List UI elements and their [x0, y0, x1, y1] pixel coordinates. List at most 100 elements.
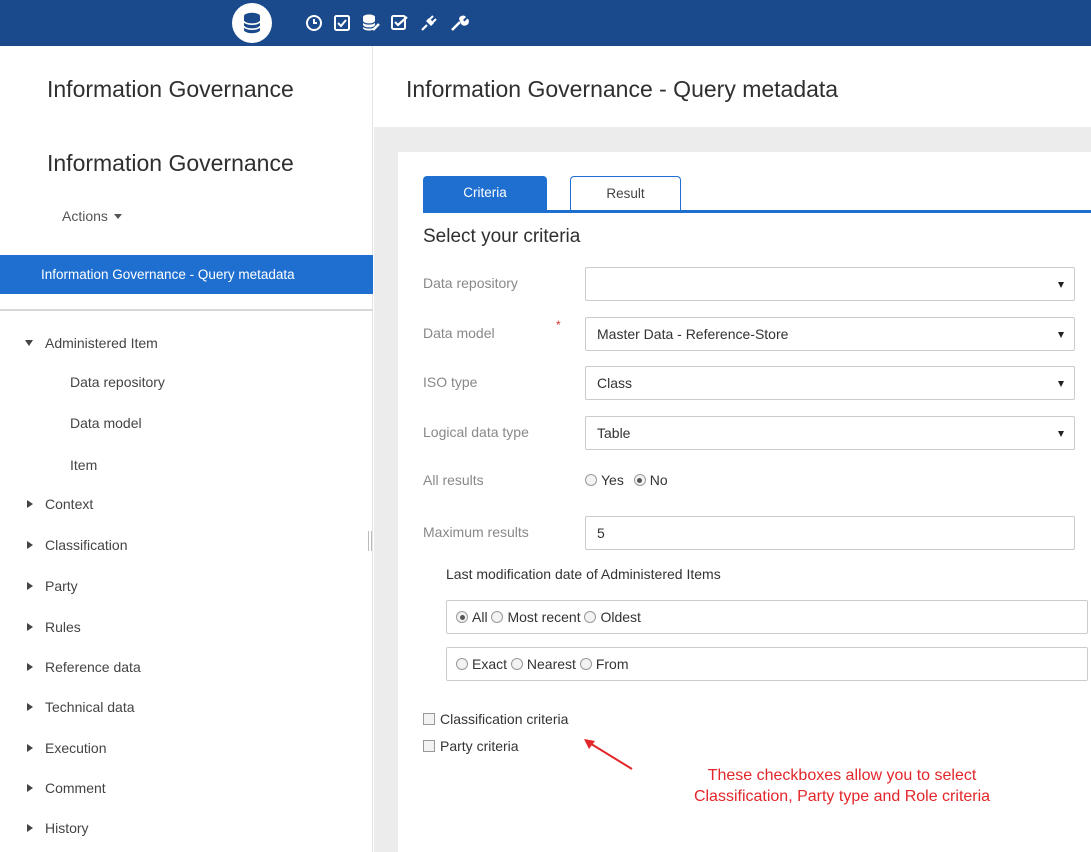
all-results-radio-group: Yes No: [585, 472, 674, 488]
tree-child-item[interactable]: Item: [70, 455, 97, 475]
radio-exact[interactable]: Exact: [456, 656, 507, 672]
expanded-arrow-icon: [25, 340, 33, 346]
radio-selected-icon: [633, 474, 646, 486]
annotation-line-1: These checkboxes allow you to select: [707, 767, 977, 784]
radio-label: All: [472, 609, 488, 625]
tree-item-label: Context: [45, 496, 94, 512]
radio-all[interactable]: All: [456, 609, 488, 625]
tree-item-label: Technical data: [45, 699, 135, 715]
sidebar-item-query-metadata[interactable]: Information Governance - Query metadata: [0, 255, 373, 294]
tree-item-label: Execution: [45, 740, 107, 756]
data-model-select[interactable]: Master Data - Reference-Store: [585, 317, 1075, 351]
data-model-value: Master Data - Reference-Store: [597, 326, 789, 342]
radio-most-recent[interactable]: Most recent: [491, 609, 581, 625]
tab-criteria[interactable]: Criteria: [423, 176, 547, 211]
left-sidebar: Information Governance Information Gover…: [0, 46, 373, 852]
radio-oldest[interactable]: Oldest: [584, 609, 641, 625]
tree-item-label: Administered Item: [45, 335, 158, 351]
tree-item-label: Rules: [45, 619, 81, 635]
sidebar-section-title: Information Governance: [47, 150, 294, 176]
tree-child-data-repository[interactable]: Data repository: [70, 372, 165, 392]
collapsed-arrow-icon: [27, 744, 33, 752]
radio-icon: [585, 474, 597, 486]
radio-icon: [584, 611, 597, 623]
annotation-arrow-icon: [584, 739, 633, 770]
tree-item-label: Classification: [45, 537, 128, 553]
checkbox-icon: [423, 713, 435, 725]
dropdown-arrow-icon: [1058, 431, 1064, 437]
tree-item-label: History: [45, 820, 89, 836]
iso-type-value: Class: [597, 375, 633, 391]
radio-selected-icon: [456, 611, 468, 623]
tree-item-label: Comment: [45, 780, 106, 796]
all-results-yes-radio[interactable]: Yes: [585, 472, 624, 488]
radio-nearest[interactable]: Nearest: [510, 656, 576, 672]
section-title: Select your criteria: [423, 226, 581, 247]
radio-label: Nearest: [526, 656, 576, 672]
dropdown-arrow-icon: [1058, 381, 1064, 387]
radio-from[interactable]: From: [579, 656, 629, 672]
logical-data-type-label: Logical data type: [423, 424, 529, 440]
collapsed-arrow-icon: [27, 582, 33, 590]
radio-label: Exact: [472, 656, 508, 672]
party-criteria-checkbox[interactable]: Party criteria: [423, 738, 519, 754]
dropdown-arrow-icon: [1058, 282, 1064, 288]
wrench-icon[interactable]: [446, 10, 472, 36]
plug-icon[interactable]: [416, 10, 442, 36]
radio-label: Most recent: [507, 609, 581, 625]
caret-down-icon: [113, 214, 122, 219]
radio-icon: [456, 658, 468, 670]
top-toolbar: [0, 0, 1091, 46]
data-repository-label: Data repository: [423, 275, 518, 291]
logical-data-type-value: Table: [597, 425, 631, 441]
last-modification-group-1: All Most recent Oldest: [446, 600, 1088, 634]
page-title: Information Governance - Query metadata: [406, 76, 839, 102]
tree-item-label: Reference data: [45, 659, 141, 675]
radio-label: From: [595, 656, 629, 672]
task-check-icon[interactable]: [387, 10, 413, 36]
iso-type-select[interactable]: Class: [585, 366, 1075, 400]
classification-criteria-checkbox[interactable]: Classification criteria: [423, 711, 568, 727]
checked-box-icon[interactable]: [329, 10, 355, 36]
radio-icon: [510, 658, 523, 670]
required-mark: *: [556, 318, 561, 332]
collapsed-arrow-icon: [27, 541, 33, 549]
iso-type-label: ISO type: [423, 374, 478, 390]
checkbox-label: Classification criteria: [440, 711, 569, 727]
annotation-text: These checkboxes allow you to select Cla…: [632, 765, 1052, 807]
radio-icon: [579, 658, 592, 670]
sidebar-divider: [0, 309, 373, 311]
sidebar-app-title: Information Governance: [47, 76, 294, 102]
last-modification-label: Last modification date of Administered I…: [446, 566, 721, 582]
actions-menu-button[interactable]: Actions: [62, 208, 122, 224]
tab-underline: [423, 210, 1091, 213]
database-icon[interactable]: [232, 3, 272, 43]
radio-label: Oldest: [600, 609, 641, 625]
all-results-no-radio[interactable]: No: [633, 472, 668, 488]
checkbox-label: Party criteria: [440, 738, 519, 754]
actions-label: Actions: [62, 208, 108, 224]
maximum-results-input[interactable]: 5: [585, 516, 1075, 550]
logical-data-type-select[interactable]: Table: [585, 416, 1075, 450]
data-repository-select[interactable]: [585, 267, 1075, 301]
tab-result[interactable]: Result: [570, 176, 681, 211]
tree-item-label: Party: [45, 578, 78, 594]
database-edit-icon[interactable]: [358, 10, 384, 36]
collapsed-arrow-icon: [27, 623, 33, 631]
tree-child-data-model[interactable]: Data model: [70, 413, 142, 433]
radio-label: Yes: [601, 472, 624, 488]
last-modification-group-2: Exact Nearest From: [446, 647, 1088, 681]
collapsed-arrow-icon: [27, 500, 33, 508]
collapsed-arrow-icon: [27, 784, 33, 792]
annotation-line-2: Classification, Party type and Role crit…: [693, 788, 991, 805]
maximum-results-label: Maximum results: [423, 524, 529, 540]
dropdown-arrow-icon: [1058, 332, 1064, 338]
clock-icon[interactable]: [301, 10, 327, 36]
collapsed-arrow-icon: [27, 703, 33, 711]
collapsed-arrow-icon: [27, 824, 33, 832]
checkbox-icon: [423, 740, 435, 752]
sidebar-resize-handle[interactable]: [368, 531, 372, 551]
radio-label: No: [649, 472, 668, 488]
all-results-label: All results: [423, 472, 484, 488]
radio-icon: [491, 611, 504, 623]
